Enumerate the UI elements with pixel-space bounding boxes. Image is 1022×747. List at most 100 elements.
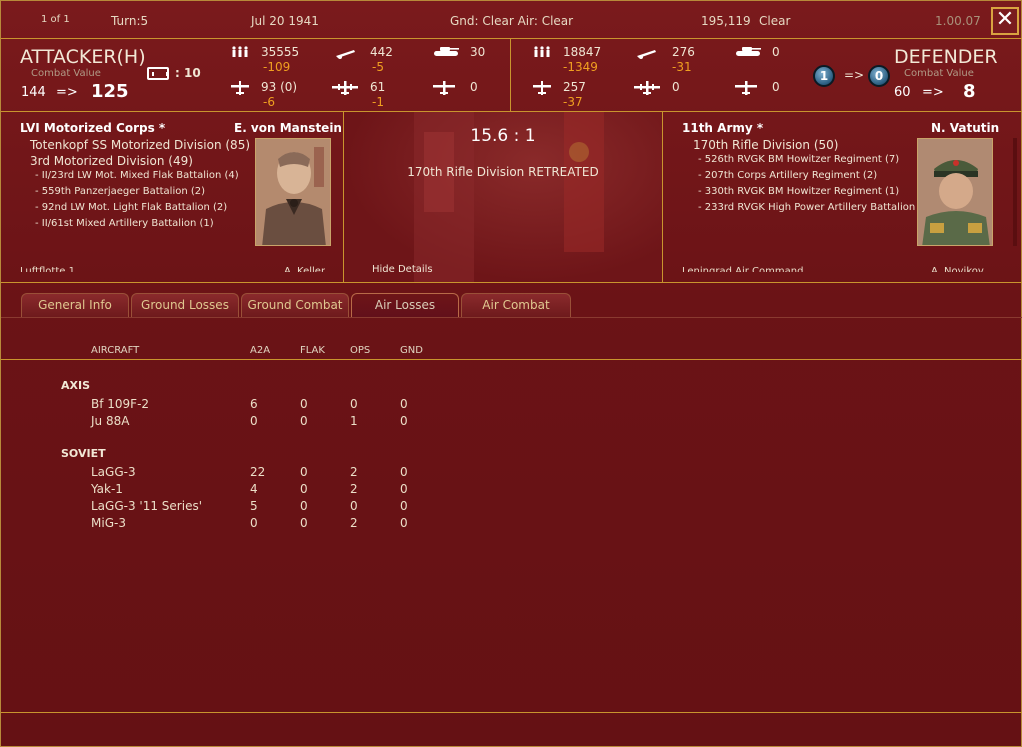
defender-support-unit[interactable]: - 330th RVGK BM Howitzer Regiment (1) — [698, 186, 899, 197]
attacker-planes-3: 0 — [470, 80, 478, 94]
attacker-fort-value: : 10 — [175, 66, 201, 80]
defender-planes-1-loss: -37 — [563, 95, 583, 109]
defender-cv-label: Combat Value — [904, 68, 974, 79]
attacker-planes-2: 61 — [370, 80, 386, 94]
attacker-unit[interactable]: 3rd Motorized Division (49) — [30, 154, 193, 168]
bomber-icon — [332, 81, 358, 95]
defender-support-unit[interactable]: - 233rd RVGK High Power Artillery Battal… — [698, 202, 933, 213]
divider — [1, 359, 1022, 360]
attacker-support-unit[interactable]: - 92nd LW Mot. Light Flak Battalion (2) — [35, 202, 227, 213]
defender-support-unit[interactable]: - 526th RVGK BM Howitzer Regiment (7) — [698, 154, 899, 165]
attacker-men-loss: -109 — [263, 60, 291, 74]
tank-icon — [736, 47, 761, 56]
column-header-flak: FLAK — [300, 345, 325, 356]
transport-icon — [735, 81, 757, 95]
defender-cv-arrow: => — [922, 85, 944, 100]
divider — [510, 39, 511, 111]
gnd-value: 0 — [400, 516, 408, 530]
column-header-gnd: GND — [400, 345, 423, 356]
tab-ground-combat[interactable]: Ground Combat — [241, 293, 349, 317]
ops-value: 0 — [350, 499, 358, 513]
defender-leader-portrait — [917, 138, 993, 246]
defender-men-loss: -1349 — [563, 60, 598, 74]
defender-men: 18847 — [563, 45, 602, 59]
artillery-icon — [637, 50, 656, 59]
aircraft-name: LaGG-3 '11 Series' — [91, 499, 202, 513]
ops-value: 2 — [350, 516, 358, 530]
gnd-value: 0 — [400, 465, 408, 479]
ops-value: 2 — [350, 482, 358, 496]
column-header-aircraft: AIRCRAFT — [91, 345, 140, 356]
combat-report-window: 1 of 1 Turn:5 Jul 20 1941 Gnd: Clear Air… — [0, 0, 1022, 747]
gnd-value: 0 — [400, 414, 408, 428]
group-header-soviet: SOVIET — [61, 447, 106, 460]
close-button[interactable]: ✕ — [991, 7, 1019, 35]
artillery-icon — [336, 50, 355, 59]
defender-fort-arrow: => — [844, 68, 865, 82]
tab-ground-losses[interactable]: Ground Losses — [131, 293, 239, 317]
weather-ground-air: Gnd: Clear Air: Clear — [450, 14, 574, 28]
gnd-value: 0 — [400, 499, 408, 513]
a2a-value: 6 — [250, 397, 258, 411]
defender-title: DEFENDER — [894, 46, 998, 68]
attacker-support-unit[interactable]: - II/23rd LW Mot. Mixed Flak Battalion (… — [35, 170, 239, 181]
a2a-value: 4 — [250, 482, 258, 496]
version-label: 1.00.07 — [935, 14, 981, 28]
attacker-planes-1-loss: -6 — [263, 95, 275, 109]
defender-air-hq[interactable]: Leningrad Air Command — [682, 266, 803, 272]
turn-label: Turn:5 — [111, 14, 149, 28]
aircraft-name: Ju 88A — [91, 414, 130, 428]
defender-corps[interactable]: 11th Army * — [682, 121, 763, 135]
infantry-icon — [534, 46, 550, 57]
attacker-afv: 30 — [470, 45, 486, 59]
attacker-cv-to: 125 — [91, 81, 129, 102]
attacker-leader[interactable]: E. von Manstein — [234, 121, 342, 135]
defender-leader[interactable]: N. Vatutin — [931, 121, 999, 135]
attacker-guns: 442 — [370, 45, 393, 59]
attacker-air-leader: A. Keller — [284, 266, 326, 272]
fighter-icon — [231, 81, 249, 95]
attacker-air-hq[interactable]: Luftflotte 1 — [20, 266, 75, 272]
defender-fort-to: 0 — [868, 65, 890, 87]
attacker-planes-2-loss: -1 — [372, 95, 384, 109]
attacker-planes-1: 93 (0) — [261, 80, 298, 94]
combat-odds: 15.6 : 1 — [470, 126, 536, 146]
a2a-value: 22 — [250, 465, 266, 479]
gnd-value: 0 — [400, 482, 408, 496]
defender-air-leader: A. Novikov — [931, 266, 984, 272]
flak-value: 0 — [300, 499, 308, 513]
flak-value: 0 — [300, 465, 308, 479]
column-header-ops: OPS — [350, 345, 371, 356]
fighter-icon — [533, 81, 551, 95]
tab-general-info[interactable]: General Info — [21, 293, 129, 317]
transport-icon — [433, 81, 455, 95]
defender-planes-3: 0 — [772, 80, 780, 94]
attacker-men: 35555 — [261, 45, 300, 59]
divider — [662, 112, 663, 282]
hide-details-link[interactable]: Hide Details — [372, 264, 433, 275]
attacker-support-unit[interactable]: - 559th Panzerjaeger Battalion (2) — [35, 186, 205, 197]
scrollbar[interactable] — [1013, 138, 1017, 246]
aircraft-name: Bf 109F-2 — [91, 397, 150, 411]
defender-cv-to: 8 — [963, 81, 976, 102]
defender-support-unit[interactable]: - 207th Corps Artillery Regiment (2) — [698, 170, 877, 181]
tab-air-losses[interactable]: Air Losses — [351, 293, 459, 317]
attacker-support-unit[interactable]: - II/61st Mixed Artillery Battalion (1) — [35, 218, 214, 229]
ops-value: 2 — [350, 465, 358, 479]
divider — [1, 282, 1022, 283]
attacker-corps[interactable]: LVI Motorized Corps * — [20, 121, 165, 135]
flak-value: 0 — [300, 397, 308, 411]
defender-guns-loss: -31 — [672, 60, 692, 74]
tab-air-combat[interactable]: Air Combat — [461, 293, 571, 317]
attacker-unit[interactable]: Totenkopf SS Motorized Division (85) — [30, 138, 250, 152]
attacker-cv-label: Combat Value — [31, 68, 101, 79]
tank-icon — [434, 47, 459, 56]
divider — [1, 317, 1022, 318]
attacker-cv-from: 144 — [21, 85, 46, 100]
page-indicator: 1 of 1 — [41, 14, 70, 25]
defender-guns: 276 — [672, 45, 695, 59]
defender-unit[interactable]: 170th Rifle Division (50) — [693, 138, 838, 152]
battle-result-panel: 15.6 : 1 170th Rifle Division RETREATED … — [344, 112, 662, 282]
a2a-value: 0 — [250, 516, 258, 530]
group-header-axis: AXIS — [61, 379, 91, 392]
